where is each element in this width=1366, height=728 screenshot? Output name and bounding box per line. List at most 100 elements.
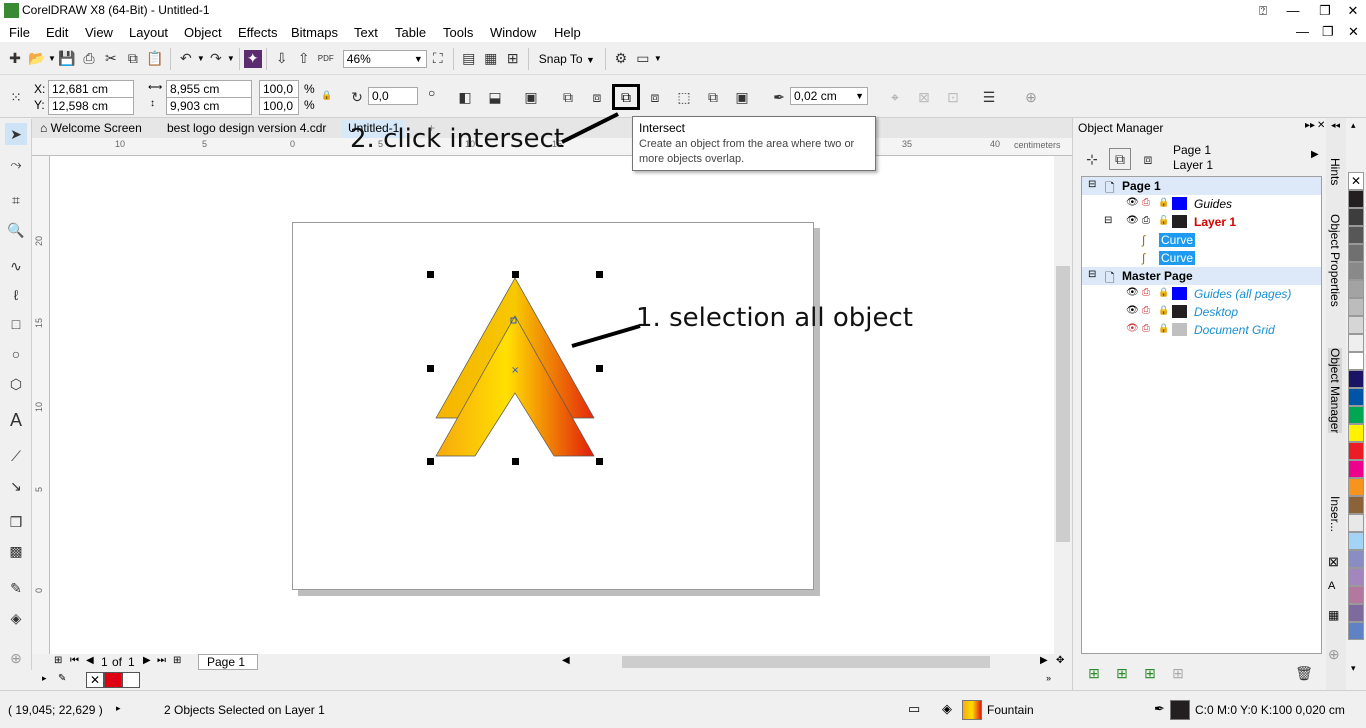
menu-bitmaps[interactable]: Bitmaps xyxy=(291,25,338,40)
menu-file[interactable]: File xyxy=(9,25,30,40)
drawing-canvas[interactable]: × 1. selection all object xyxy=(50,156,1054,654)
tree-row-guides[interactable]: 👁 ⎙ 🔒 Guides xyxy=(1082,195,1321,213)
color-swatch[interactable] xyxy=(1348,442,1364,460)
show-guidelines-icon[interactable]: ⊞ xyxy=(502,48,524,70)
scroll-thumb[interactable] xyxy=(1056,266,1070,542)
docker-add-icon[interactable]: ⊕ xyxy=(1328,646,1340,663)
visibility-eye-icon[interactable]: 👁 xyxy=(1126,287,1139,298)
logo-artwork[interactable]: × xyxy=(50,156,1054,654)
window-minimize-icon[interactable]: — xyxy=(1296,24,1309,39)
color-proof-icon[interactable]: ▭ xyxy=(908,701,920,717)
horizontal-scroll-left-icon[interactable]: ◀ xyxy=(562,655,570,666)
color-swatch[interactable] xyxy=(1348,190,1364,208)
show-grid-icon[interactable]: ▦ xyxy=(480,48,502,70)
show-properties-icon[interactable]: ⊹ xyxy=(1081,148,1103,170)
align-distribute-icon[interactable]: ☰ xyxy=(978,86,1000,108)
red-swatch[interactable] xyxy=(104,672,122,688)
new-master-layer-all-icon[interactable]: ⊞ xyxy=(1139,662,1161,684)
tab-welcome-screen[interactable]: ⌂ Welcome Screen xyxy=(34,120,148,138)
new-document-icon[interactable]: ✚ xyxy=(4,48,26,70)
palette-menu-icon[interactable]: ▸ xyxy=(42,673,47,684)
zoom-dropdown-icon[interactable]: ▼ xyxy=(414,52,423,66)
print-icon[interactable]: ⎙ xyxy=(1142,305,1150,316)
menu-window[interactable]: Window xyxy=(490,25,536,40)
export-icon[interactable]: ⇧ xyxy=(293,48,315,70)
scale-height-input[interactable]: 100,0 xyxy=(259,97,299,115)
interactive-fill-tool-icon[interactable]: ◈ xyxy=(5,607,27,629)
quick-customize-tools-icon[interactable]: ⊕ xyxy=(5,647,27,669)
redo-dropdown-icon[interactable]: ▼ xyxy=(227,54,235,63)
tree-row-master-page[interactable]: ⊟ 🗋 Master Page xyxy=(1082,267,1321,285)
menu-layout[interactable]: Layout xyxy=(129,25,168,40)
import-icon[interactable]: ⇩ xyxy=(271,48,293,70)
undo-dropdown-icon[interactable]: ▼ xyxy=(197,54,205,63)
crop-tool-icon[interactable]: ⌗ xyxy=(5,189,27,211)
convert-to-curves-icon[interactable]: ⌖ xyxy=(884,86,906,108)
color-swatch[interactable] xyxy=(1348,262,1364,280)
polygon-tool-icon[interactable]: ⬡ xyxy=(5,373,27,395)
color-swatch[interactable] xyxy=(1348,604,1364,622)
edit-across-layers-icon[interactable]: ⧉ xyxy=(1109,148,1131,170)
tab-best-logo-design[interactable]: best logo design version 4.cdr xyxy=(161,120,332,138)
scale-width-input[interactable]: 100,0 xyxy=(259,80,299,98)
new-master-layer-icon[interactable]: ⊞ xyxy=(1111,662,1133,684)
open-icon[interactable]: 📂 xyxy=(26,48,48,70)
color-swatch[interactable] xyxy=(1348,568,1364,586)
eyedropper-icon[interactable]: ✎ xyxy=(58,673,66,684)
x-position-input[interactable]: 12,681 cm xyxy=(48,80,134,98)
application-launcher-icon[interactable]: ▭ xyxy=(632,48,654,70)
tree-row-page-1[interactable]: ⊟ 🗋 Page 1 xyxy=(1082,177,1321,195)
tree-row-curve[interactable]: ∫ Curve xyxy=(1082,231,1321,249)
collapse-icon[interactable]: ⊟ xyxy=(1104,215,1112,226)
hidden-eye-icon[interactable]: 👁 xyxy=(1126,323,1139,334)
parallel-dimension-tool-icon[interactable]: ⟋ xyxy=(5,445,27,467)
show-rulers-icon[interactable]: ▤ xyxy=(458,48,480,70)
simplify-icon[interactable]: ⧈ xyxy=(644,86,666,108)
color-swatch[interactable] xyxy=(1348,478,1364,496)
window-restore-icon[interactable]: ❐ xyxy=(1322,24,1334,40)
palette-up-icon[interactable]: ▴ xyxy=(1351,120,1356,131)
visibility-eye-icon[interactable]: 👁 xyxy=(1126,215,1139,226)
color-swatch[interactable] xyxy=(1348,316,1364,334)
no-color-swatch[interactable]: ✕ xyxy=(86,672,104,688)
object-tree[interactable]: ⊟ 🗋 Page 1 👁 ⎙ 🔒 Guides ⊟ 👁 ⎙ 🔓 Layer 1 … xyxy=(1081,176,1322,654)
outline-pen-icon[interactable]: ✒ xyxy=(768,86,790,108)
color-swatch[interactable] xyxy=(1348,208,1364,226)
tab-insert[interactable]: Inser... xyxy=(1328,496,1342,532)
menu-text[interactable]: Text xyxy=(354,25,378,40)
white-swatch[interactable] xyxy=(122,672,140,688)
window-close-icon[interactable]: ✕ xyxy=(1348,24,1359,40)
height-input[interactable]: 9,903 cm xyxy=(166,97,252,115)
color-swatch[interactable] xyxy=(1348,370,1364,388)
layer-manager-view-icon[interactable]: ⧈ xyxy=(1137,148,1159,170)
launcher-dropdown-icon[interactable]: ▼ xyxy=(654,54,662,63)
menu-tools[interactable]: Tools xyxy=(443,25,473,40)
save-icon[interactable]: 💾 xyxy=(56,48,78,70)
color-swatch[interactable] xyxy=(1348,406,1364,424)
y-position-input[interactable]: 12,598 cm xyxy=(48,97,134,115)
rectangle-tool-icon[interactable]: □ xyxy=(5,313,27,335)
print-icon[interactable]: ⎙ xyxy=(78,48,100,70)
options-gear-icon[interactable]: ⚙ xyxy=(610,48,632,70)
search-content-icon[interactable]: ✦ xyxy=(243,49,262,68)
print-icon[interactable]: ⎙ xyxy=(1142,197,1150,208)
text-tool-icon[interactable]: A xyxy=(5,409,27,431)
color-swatch[interactable] xyxy=(1348,514,1364,532)
color-swatch[interactable] xyxy=(1348,460,1364,478)
tree-row-layer-1[interactable]: ⊟ 👁 ⎙ 🔓 Layer 1 xyxy=(1082,213,1321,231)
next-page-icon[interactable]: ▶ xyxy=(143,655,151,666)
group-icon[interactable]: ▣ xyxy=(520,86,542,108)
tab-object-manager[interactable]: Object Manager xyxy=(1328,348,1342,434)
last-page-icon[interactable]: ⏭ xyxy=(157,655,166,666)
fill-swatch[interactable] xyxy=(962,700,982,720)
lock-icon[interactable]: 🔒 xyxy=(1158,323,1169,334)
docker-close-icon[interactable]: ✕ xyxy=(1317,120,1325,131)
menu-view[interactable]: View xyxy=(85,25,113,40)
ellipse-tool-icon[interactable]: ○ xyxy=(5,343,27,365)
outline-dropdown-icon[interactable]: ▼ xyxy=(855,89,864,103)
export-pdf-icon[interactable]: PDF xyxy=(315,48,337,70)
artistic-media-tool-icon[interactable]: ℓ xyxy=(5,284,27,306)
print-icon[interactable]: ⎙ xyxy=(1142,287,1150,298)
menu-table[interactable]: Table xyxy=(395,25,426,40)
cut-icon[interactable]: ✂ xyxy=(100,48,122,70)
